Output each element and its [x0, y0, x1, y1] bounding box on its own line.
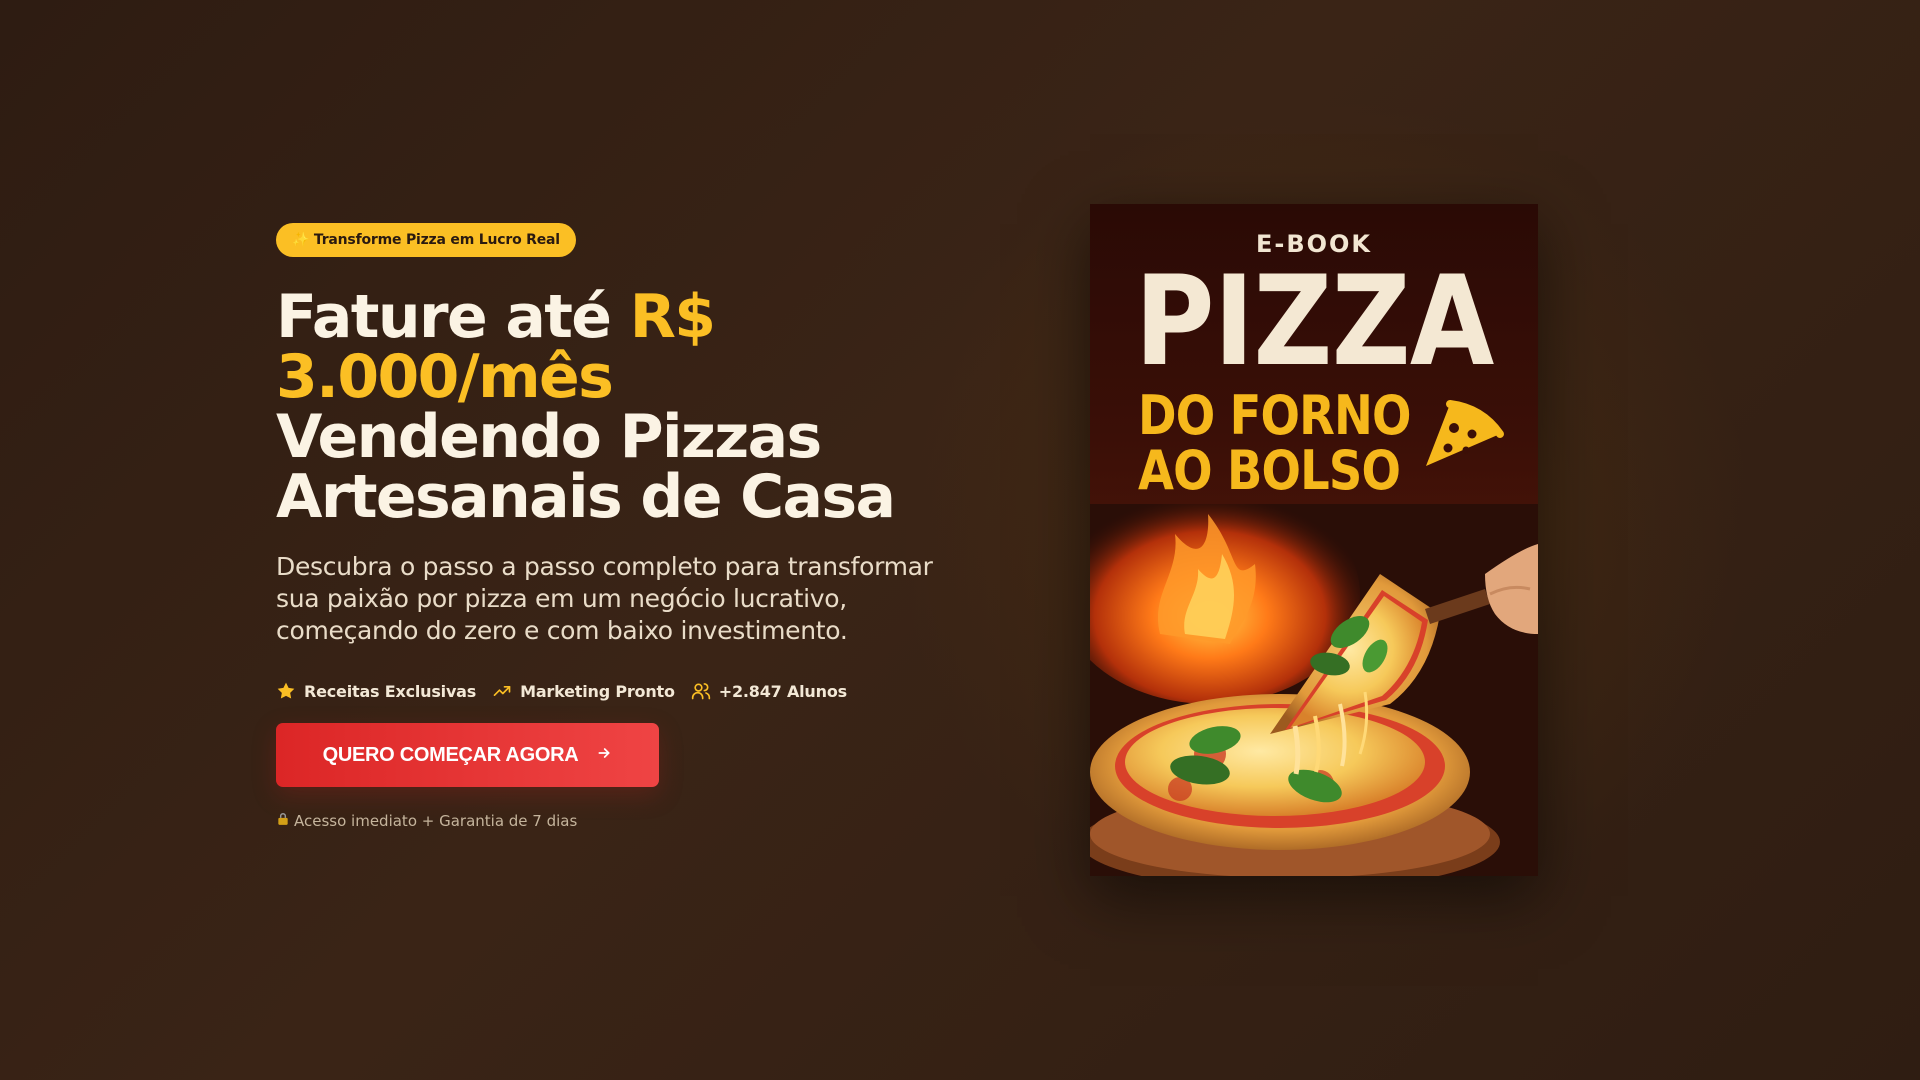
- feature-item: Marketing Pronto: [492, 681, 675, 701]
- cover-subtitle-line1: DO FORNO: [1138, 384, 1411, 447]
- hero-headline: Fature até R$ 3.000/mês Vendendo Pizzas …: [276, 287, 956, 527]
- start-now-button[interactable]: QUERO COMEÇAR AGORA: [276, 723, 659, 787]
- promo-badge: ✨ Transforme Pizza em Lucro Real: [276, 223, 576, 257]
- lock-icon: [276, 812, 290, 830]
- hero-description: Descubra o passo a passo completo para t…: [276, 552, 933, 645]
- feature-label: +2.847 Alunos: [718, 681, 847, 701]
- guarantee-note: Acesso imediato + Garantia de 7 dias: [276, 812, 956, 830]
- feature-item: +2.847 Alunos: [691, 681, 847, 701]
- cover-title: PIZZA: [1134, 250, 1495, 394]
- ebook-cover: E-BOOK PIZZA DO FORNO AO BOLSO: [1090, 204, 1538, 876]
- feature-label: Receitas Exclusivas: [304, 681, 477, 701]
- arrow-right-icon: [596, 744, 612, 767]
- note-text: Acesso imediato + Garantia de 7 dias: [294, 812, 578, 830]
- feature-item: Receitas Exclusivas: [276, 681, 476, 701]
- pizza-illustration: [1090, 504, 1538, 876]
- pizza-slice-icon: [1420, 394, 1506, 478]
- trending-up-icon: [492, 681, 512, 701]
- cover-subtitle-line2: AO BOLSO: [1138, 439, 1401, 502]
- cover-subtitle: DO FORNO AO BOLSO: [1138, 388, 1411, 498]
- star-icon: [276, 681, 296, 701]
- headline-part2: Vendendo Pizzas Artesanais de Casa: [276, 402, 896, 532]
- cta-label: QUERO COMEÇAR AGORA: [322, 743, 579, 766]
- hero-content: ✨ Transforme Pizza em Lucro Real Fature …: [276, 223, 956, 830]
- users-icon: [691, 681, 711, 701]
- feature-list: Receitas Exclusivas Marketing Pronto +2.…: [276, 681, 956, 701]
- feature-label: Marketing Pronto: [520, 681, 675, 701]
